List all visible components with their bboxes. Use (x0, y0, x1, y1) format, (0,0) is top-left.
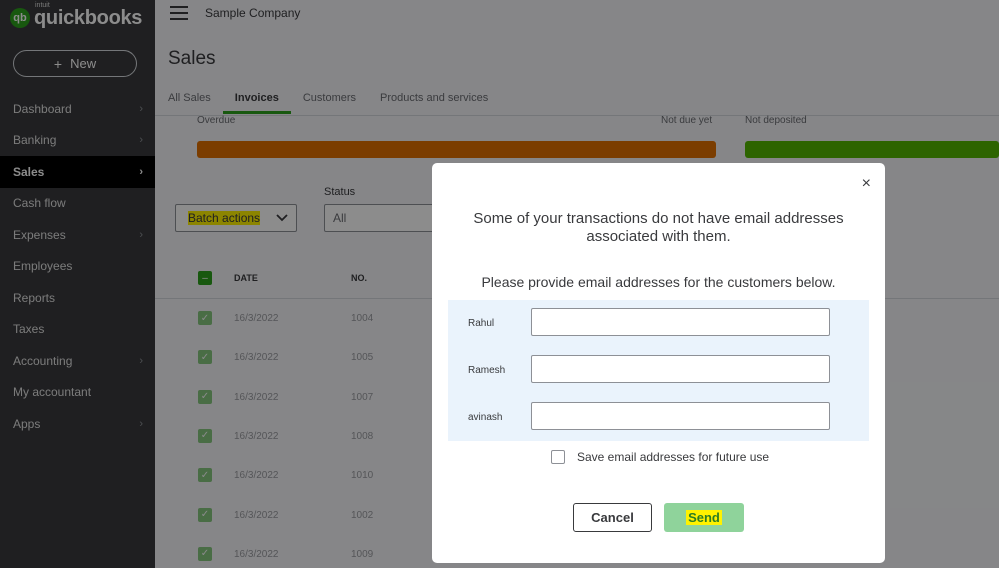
close-icon[interactable]: × (862, 175, 871, 193)
cancel-button[interactable]: Cancel (573, 503, 652, 532)
email-addresses-dialog: × Some of your transactions do not have … (432, 163, 885, 563)
customer-email-input[interactable] (531, 308, 830, 336)
save-emails-checkbox[interactable] (551, 450, 565, 464)
customer-name: Ramesh (468, 365, 506, 376)
save-emails-label: Save email addresses for future use (577, 450, 770, 464)
dialog-heading: Some of your transactions do not have em… (473, 210, 844, 245)
customer-email-row: Ramesh (448, 347, 869, 394)
dialog-subheading: Please provide email addresses for the c… (481, 274, 836, 290)
customer-email-panel: Rahul Ramesh avinash (448, 300, 869, 441)
customer-name: Rahul (468, 318, 495, 329)
save-emails-option[interactable]: Save email addresses for future use (551, 450, 769, 464)
customer-email-row: Rahul (448, 300, 869, 347)
send-button-label: Send (686, 510, 722, 525)
customer-email-input[interactable] (531, 402, 830, 430)
send-button[interactable]: Send (664, 503, 744, 532)
customer-email-row: avinash (448, 394, 869, 441)
customer-email-input[interactable] (531, 355, 830, 383)
customer-name: avinash (468, 412, 503, 423)
